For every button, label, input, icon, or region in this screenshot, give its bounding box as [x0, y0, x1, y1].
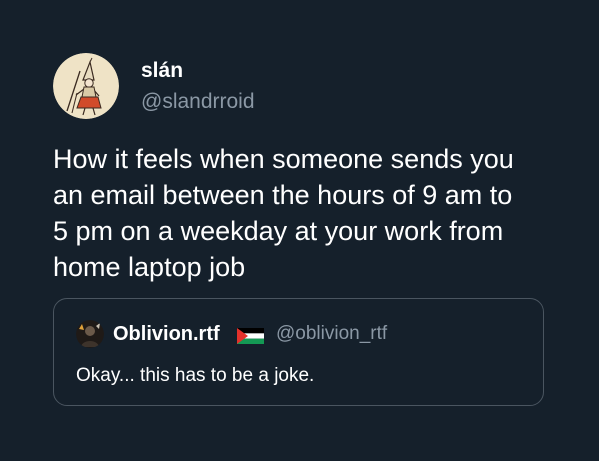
tweet-text-line: an email between the hours of 9 am to — [53, 180, 513, 210]
tweet: slán @slandrroid How it feels when someo… — [0, 0, 599, 461]
quoted-author-avatar[interactable] — [76, 320, 104, 348]
tweet-text-line: home laptop job — [53, 252, 246, 282]
author-handle[interactable]: @slandrroid — [141, 89, 255, 115]
quoted-tweet-card[interactable]: Oblivion.rtf @oblivion_rtf Okay... this … — [53, 298, 544, 406]
quoted-author-handle[interactable]: @oblivion_rtf — [276, 321, 387, 347]
tweet-text: How it feels when someone sends you an e… — [53, 141, 563, 285]
author-avatar[interactable] — [53, 53, 119, 119]
tweet-text-line: 5 pm on a weekday at your work from — [53, 216, 504, 246]
dark-portrait-avatar-icon — [76, 320, 104, 348]
illustrated-figure-avatar-icon — [53, 53, 119, 119]
author-display-name[interactable]: slán — [141, 58, 183, 84]
quoted-author-display-name[interactable]: Oblivion.rtf — [113, 321, 220, 347]
quoted-tweet-text: Okay... this has to be a joke. — [76, 365, 315, 386]
tweet-text-line: How it feels when someone sends you — [53, 144, 514, 174]
palestine-flag-icon — [237, 328, 264, 344]
